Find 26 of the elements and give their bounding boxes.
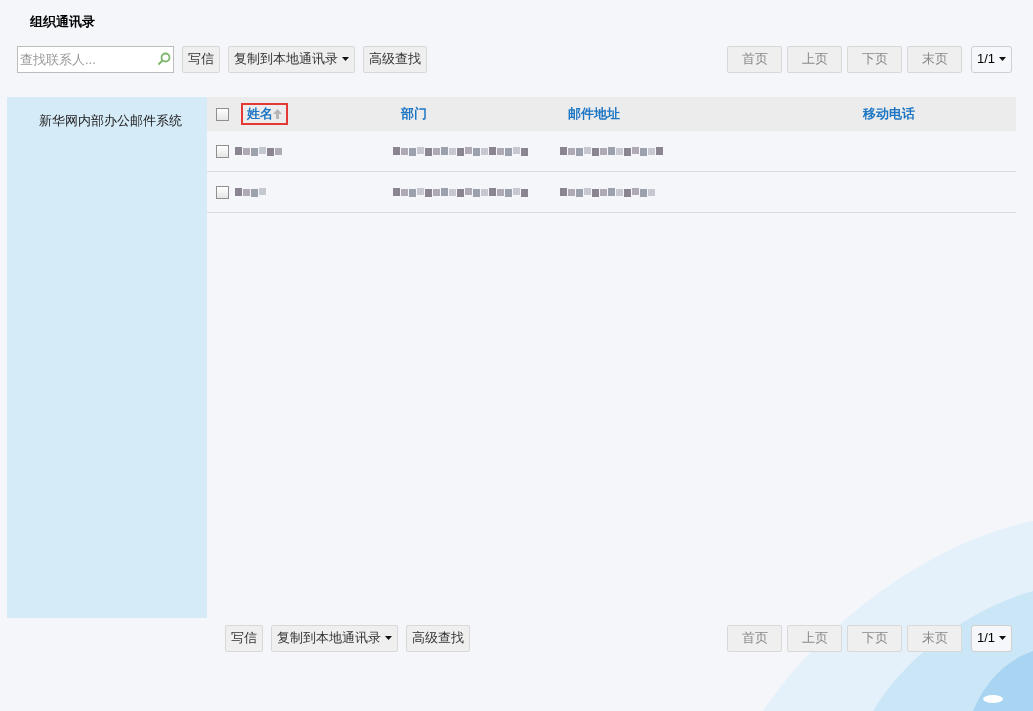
copy-dropdown-button[interactable]: 复制到本地通讯录 <box>228 45 355 73</box>
column-header[interactable]: 部门 <box>397 103 431 125</box>
toolbar-button[interactable]: 写信 <box>182 45 220 73</box>
caret-icon <box>999 57 1007 61</box>
copy-dropdown-button[interactable]: 复制到本地通讯录 <box>271 624 398 652</box>
column-header[interactable]: 邮件地址 <box>564 103 624 125</box>
blurred-text <box>235 146 283 156</box>
search-field[interactable]: 查找联系人... <box>17 45 174 73</box>
toolbar-button[interactable]: 写信 <box>225 624 263 652</box>
toolbar-button[interactable]: 高级查找 <box>363 45 427 73</box>
page-select[interactable]: 1/1 <box>971 624 1012 652</box>
checkbox[interactable] <box>216 185 229 199</box>
caret-icon <box>342 57 349 61</box>
toolbar-button[interactable]: 高级查找 <box>406 624 470 652</box>
checkbox[interactable] <box>216 144 229 158</box>
caret-icon <box>385 636 392 640</box>
blurred-text <box>235 187 267 197</box>
page-title: 组织通讯录 <box>30 13 96 31</box>
sort-up-icon <box>273 109 282 119</box>
search-icon[interactable] <box>157 51 171 66</box>
checkbox[interactable] <box>216 107 229 121</box>
sidebar-item[interactable]: 新华网内部办公邮件系统 <box>7 111 207 131</box>
caret-icon <box>999 636 1007 640</box>
page-select[interactable]: 1/1 <box>971 45 1012 73</box>
column-header[interactable]: 姓名 <box>241 103 288 125</box>
column-header[interactable]: 移动电话 <box>859 103 919 125</box>
